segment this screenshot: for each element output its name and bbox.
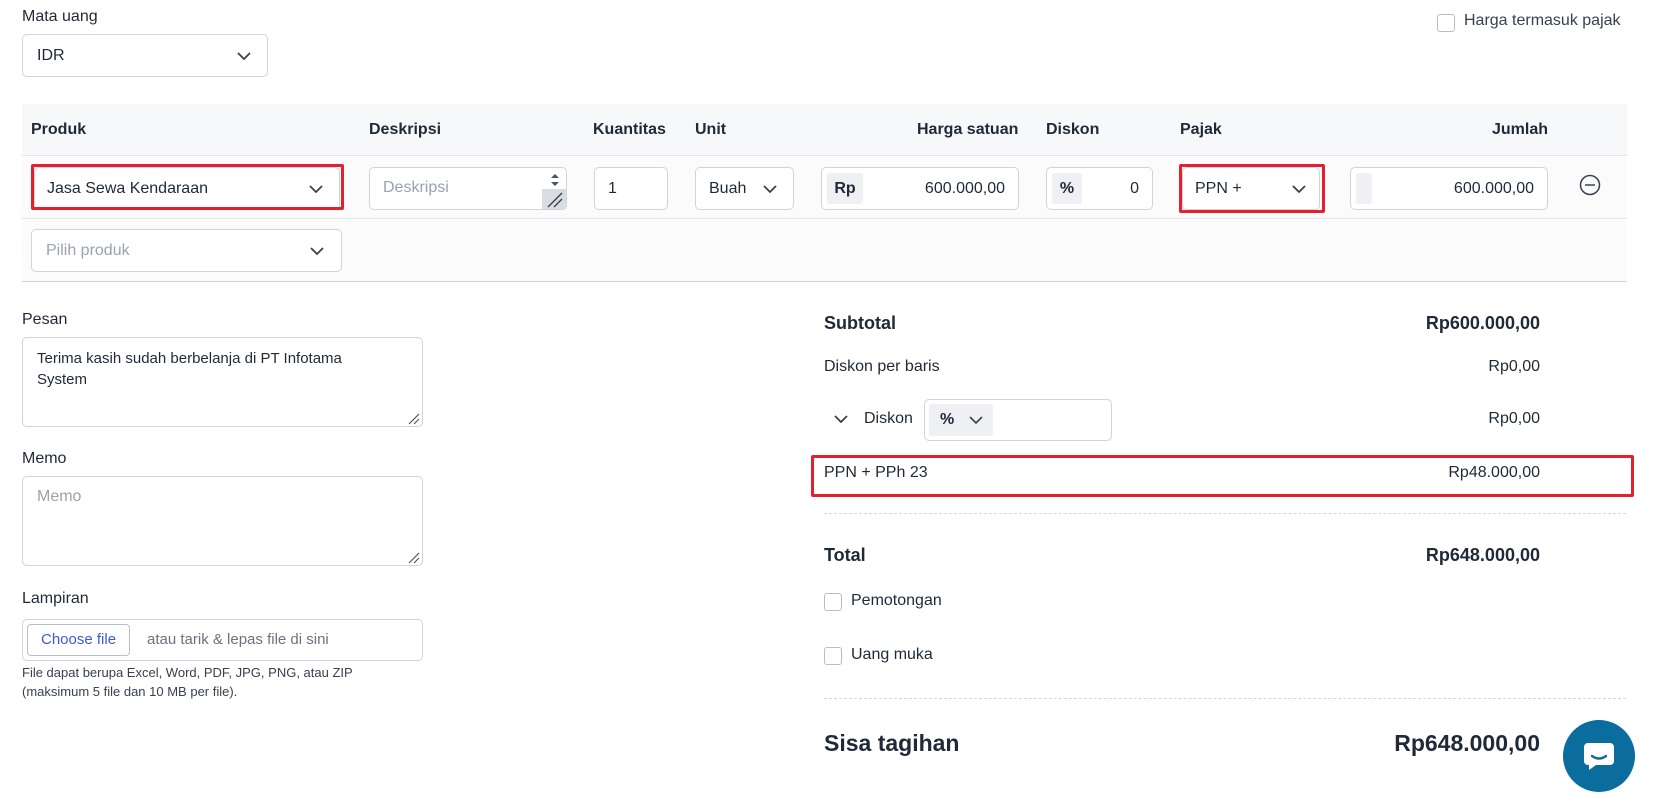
unit-price-value: 600.000,00 (924, 180, 1005, 197)
down-payment-label: Uang muka (851, 646, 933, 663)
header-discount: Diskon (1046, 121, 1100, 138)
deduction-checkbox[interactable] (824, 593, 842, 611)
chevron-down-icon (237, 52, 251, 61)
file-dropzone[interactable]: Choose file atau tarik & lepas file di s… (22, 619, 423, 661)
header-unit: Unit (695, 121, 727, 138)
discount-value: 0 (1130, 180, 1139, 197)
unit-select[interactable]: Buah (695, 167, 794, 210)
tax-summary-label: PPN + PPh 23 (824, 464, 928, 481)
down-payment-checkbox[interactable] (824, 647, 842, 665)
resize-handle-icon[interactable] (408, 551, 420, 564)
chevron-down-icon (969, 416, 983, 425)
spinner-icon[interactable] (544, 170, 566, 190)
discount-type-select[interactable]: % (929, 404, 993, 436)
balance-value: Rp648.000,00 (1394, 730, 1540, 756)
tax-inclusive-checkbox[interactable] (1437, 14, 1455, 32)
header-unit-price: Harga satuan (917, 121, 1019, 138)
subtotal-label: Subtotal (824, 313, 896, 333)
table-header (22, 104, 1627, 156)
chevron-down-icon (310, 247, 324, 256)
memo-textarea[interactable]: Memo (22, 476, 423, 566)
discount-value: Rp0,00 (1488, 410, 1540, 427)
header-amount: Jumlah (1492, 121, 1549, 138)
message-value: Terima kasih sudah berbelanja di PT Info… (37, 350, 342, 388)
attachment-help-line2: (maksimum 5 file dan 10 MB per file). (22, 684, 238, 699)
chat-icon (1582, 741, 1616, 771)
header-tax: Pajak (1180, 121, 1222, 138)
resize-handle-icon[interactable] (542, 189, 566, 209)
total-label: Total (824, 545, 866, 565)
currency-select[interactable]: IDR (22, 34, 268, 77)
highlight-tax (1179, 164, 1325, 213)
header-quantity: Kuantitas (593, 121, 666, 138)
description-input[interactable]: Deskripsi (369, 167, 567, 210)
attachment-help-line1: File dapat berupa Excel, Word, PDF, JPG,… (22, 665, 353, 680)
add-product-placeholder: Pilih produk (46, 242, 130, 259)
memo-label: Memo (22, 450, 67, 467)
unit-value: Buah (709, 180, 747, 197)
total-value: Rp648.000,00 (1425, 545, 1540, 565)
drop-text: atau tarik & lepas file di sini (147, 631, 329, 648)
choose-file-button[interactable]: Choose file (27, 624, 131, 656)
currency-value: IDR (37, 47, 65, 64)
unit-price-input[interactable]: Rp 600.000,00 (821, 167, 1019, 210)
global-discount-input[interactable]: % (924, 399, 1112, 441)
tax-inclusive-label: Harga termasuk pajak (1464, 12, 1621, 29)
attachment-label: Lampiran (22, 590, 89, 607)
divider (824, 513, 1626, 514)
remove-row-icon[interactable] (1579, 174, 1601, 196)
quantity-value: 1 (608, 180, 617, 197)
percent-prefix: % (1052, 173, 1082, 204)
chevron-down-icon (763, 185, 777, 194)
description-placeholder: Deskripsi (383, 179, 449, 196)
divider (824, 698, 1626, 699)
message-textarea[interactable]: Terima kasih sudah berbelanja di PT Info… (22, 337, 423, 427)
header-product: Produk (31, 121, 87, 138)
currency-label: Mata uang (22, 8, 98, 25)
balance-label: Sisa tagihan (824, 730, 960, 756)
line-discount-label: Diskon per baris (824, 358, 940, 375)
currency-prefix: Rp (827, 173, 863, 204)
discount-type-value: % (940, 411, 955, 428)
memo-placeholder: Memo (37, 488, 82, 505)
resize-handle-icon[interactable] (408, 412, 420, 425)
tax-summary-value: Rp48.000,00 (1448, 464, 1540, 481)
discount-label: Diskon (864, 410, 913, 427)
chevron-down-icon[interactable] (834, 415, 848, 424)
amount-input[interactable]: 600.000,00 (1350, 167, 1548, 210)
subtotal-value: Rp600.000,00 (1425, 313, 1540, 333)
amount-value: 600.000,00 (1453, 180, 1534, 197)
quantity-input[interactable]: 1 (594, 167, 668, 210)
highlight-product (31, 164, 344, 210)
chat-button[interactable] (1563, 720, 1635, 792)
deduction-label: Pemotongan (851, 592, 942, 609)
header-description: Deskripsi (369, 121, 442, 138)
message-label: Pesan (22, 311, 68, 328)
amount-prefix (1356, 173, 1372, 204)
line-discount-value: Rp0,00 (1488, 358, 1540, 375)
add-product-select[interactable]: Pilih produk (31, 229, 342, 272)
discount-input[interactable]: % 0 (1046, 167, 1153, 210)
